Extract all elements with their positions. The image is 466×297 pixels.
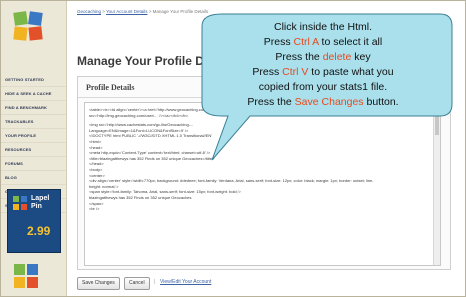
ad-price: 2.99 <box>27 224 51 238</box>
action-separator: | <box>154 279 156 285</box>
breadcrumb: Geocaching > Your Account Details > Mana… <box>77 9 208 14</box>
sidebar-item-getting-started[interactable]: GETTING STARTED <box>1 73 66 87</box>
lapel-pin-ad[interactable]: Lapel Pin 2.99 <box>7 189 61 253</box>
breadcrumb-account[interactable]: Your Account Details <box>106 9 147 14</box>
left-sidebar: GETTING STARTED HIDE & SEEK A CACHE FIND… <box>1 1 67 296</box>
instruction-line-1: Click inside the Html. <box>273 21 373 33</box>
sidebar-item-forums[interactable]: FORUMS <box>1 157 66 171</box>
breadcrumb-current: Manage Your Profile Details <box>152 9 209 14</box>
instruction-line-6: Press the Save Changes button. <box>247 96 399 108</box>
sidebar-item-benchmark[interactable]: FIND A BENCHMARK <box>1 101 66 115</box>
cancel-button[interactable]: Cancel <box>124 277 150 290</box>
profile-html-textarea[interactable]: <table><tr><td align='center'><a href='h… <box>84 102 441 266</box>
html-line: <br /> <box>89 206 100 212</box>
breadcrumb-geocaching[interactable]: Geocaching <box>77 9 101 14</box>
instruction-line-2: Press Ctrl A to select it all <box>263 36 383 48</box>
save-changes-highlight: Save Changes <box>294 96 364 108</box>
instruction-line-4: Press Ctrl V to paste what you <box>252 66 394 78</box>
sidebar-item-blog[interactable]: BLOG <box>1 171 66 185</box>
ctrl-a-highlight: Ctrl A <box>293 36 319 48</box>
sidebar-item-trackables[interactable]: TRACKABLES <box>1 115 66 129</box>
textarea-scrollbar[interactable] <box>433 103 440 265</box>
ctrl-v-highlight: Ctrl V <box>282 66 309 78</box>
instruction-callout-text: Click inside the Html. Press Ctrl A to s… <box>208 20 438 110</box>
delete-highlight: delete <box>322 51 352 63</box>
save-changes-button[interactable]: Save Changes <box>77 277 120 290</box>
geocaching-logo-small <box>14 264 38 288</box>
sidebar-item-resources[interactable]: RESOURCES <box>1 143 66 157</box>
sidebar-item-hide-seek[interactable]: HIDE & SEEK A CACHE <box>1 87 66 101</box>
geocaching-pin-icon <box>13 196 27 210</box>
view-edit-account-link[interactable]: View/Edit Your Account <box>160 279 211 285</box>
sidebar-item-your-profile[interactable]: YOUR PROFILE <box>1 129 66 143</box>
geocaching-logo[interactable] <box>13 11 43 41</box>
instruction-line-3: Press the delete key <box>275 51 371 63</box>
panel-title: Profile Details <box>86 83 135 92</box>
instruction-line-5: copied from your stats1 file. <box>258 81 388 93</box>
ad-title: Lapel Pin <box>31 195 50 210</box>
